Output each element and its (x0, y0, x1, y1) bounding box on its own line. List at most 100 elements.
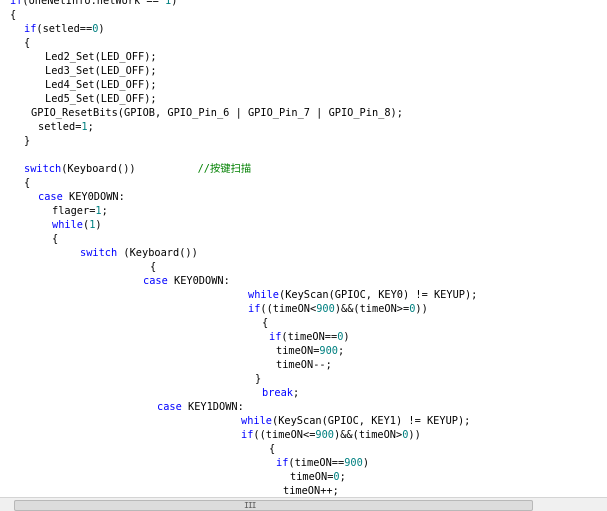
keyword-token: while (241, 415, 272, 427)
code-line: { (24, 176, 30, 190)
keyword-token: if (24, 23, 37, 35)
code-token: timeON++; (283, 485, 339, 497)
code-token: ) (343, 331, 350, 343)
code-token: (Keyboard()) (117, 247, 198, 259)
code-line: if(setled==0) (24, 22, 105, 36)
code-line: while(KeyScan(GPIOC, KEY1) != KEYUP); (241, 414, 470, 428)
code-line: flager=1; (52, 204, 108, 218)
grip-lines-icon: III (244, 501, 256, 510)
code-token: ; (101, 205, 108, 217)
code-line: if((timeON<=900)&&(timeON>0)) (241, 428, 421, 442)
keyword-token: if (241, 429, 254, 441)
code-token: { (24, 37, 31, 49)
code-line: timeON++; (283, 484, 339, 497)
code-token: { (10, 9, 17, 21)
code-line: while(KeyScan(GPIOC, KEY0) != KEYUP); (248, 288, 477, 302)
code-token: } (24, 135, 31, 147)
code-line: while(1) (52, 218, 102, 232)
code-token: )) (415, 303, 428, 315)
code-token: (timeON== (288, 457, 345, 469)
code-token: ) (362, 457, 370, 469)
keyword-token: if (276, 457, 289, 469)
code-token: KEY1DOWN: (181, 401, 244, 413)
keyword-token: while (52, 219, 83, 231)
code-line: GPIO_ResetBits(GPIOB, GPIO_Pin_6 | GPIO_… (31, 106, 403, 120)
keyword-token: if (248, 303, 261, 315)
code-line: timeON=0; (290, 470, 346, 484)
keyword-token: case (143, 275, 168, 287)
code-token: (oneNetInfo.netWork == (22, 0, 165, 7)
keyword-token: if (10, 0, 23, 7)
code-line: switch (Keyboard()) (80, 246, 198, 260)
code-token: KEY0DOWN: (62, 191, 125, 203)
code-line: Led2_Set(LED_OFF); (45, 50, 157, 64)
number-token: 900 (319, 345, 339, 357)
code-line: } (255, 372, 261, 386)
keyword-token: if (269, 331, 282, 343)
code-line: case KEY0DOWN: (143, 274, 230, 288)
code-token: Led2_Set(LED_OFF); (45, 51, 157, 63)
code-line: timeON=900; (276, 344, 344, 358)
code-line: Led4_Set(LED_OFF); (45, 78, 157, 92)
code-token: ; (87, 121, 94, 133)
horizontal-scrollbar[interactable]: III (0, 497, 607, 511)
code-line: Led5_Set(LED_OFF); (45, 92, 157, 106)
code-token: ; (293, 387, 300, 399)
code-token: ; (338, 345, 345, 357)
comment-token: //按键扫描 (197, 163, 252, 175)
code-token: )&&(timeON> (334, 429, 403, 441)
keyword-token: switch (80, 247, 118, 259)
keyword-token: break (262, 387, 293, 399)
code-line: { (52, 232, 58, 246)
keyword-token: case (38, 191, 63, 203)
code-editor[interactable]: if(oneNetInfo.netWork == 1){if(setled==0… (0, 0, 607, 497)
code-token: ) (98, 23, 105, 35)
code-token: { (269, 443, 276, 455)
code-line: { (262, 316, 268, 330)
code-token: { (52, 233, 59, 245)
keyword-token: switch (24, 163, 62, 175)
code-token: { (150, 261, 157, 273)
code-line: case KEY0DOWN: (38, 190, 125, 204)
code-line: } (24, 134, 30, 148)
code-line: switch(Keyboard()) //按键扫描 (24, 162, 251, 176)
code-token: } (255, 373, 262, 385)
code-line: { (10, 8, 16, 22)
code-token: ((timeON<= (253, 429, 316, 441)
code-token: flager= (52, 205, 96, 217)
code-token: ((timeON< (260, 303, 317, 315)
code-line: if(timeON==0) (269, 330, 350, 344)
code-token: Led4_Set(LED_OFF); (45, 79, 157, 91)
code-line: timeON--; (276, 358, 332, 372)
code-token: Led3_Set(LED_OFF); (45, 65, 157, 77)
code-token: { (262, 317, 269, 329)
code-line: { (150, 260, 156, 274)
code-line: if(oneNetInfo.netWork == 1) (10, 0, 177, 8)
code-token: ; (339, 471, 346, 483)
code-token: (KeyScan(GPIOC, KEY0) != KEYUP); (279, 289, 478, 301)
number-token: 900 (344, 457, 363, 469)
number-token: 900 (316, 303, 335, 315)
code-token: (timeON== (281, 331, 338, 343)
code-line: Led3_Set(LED_OFF); (45, 64, 157, 78)
code-token: timeON--; (276, 359, 332, 371)
keyword-token: case (157, 401, 182, 413)
code-token: GPIO_ResetBits(GPIOB, GPIO_Pin_6 | GPIO_… (31, 107, 403, 119)
code-line: setled=1; (38, 120, 94, 134)
code-token: KEY0DOWN: (167, 275, 230, 287)
keyword-token: while (248, 289, 279, 301)
code-token: setled= (38, 121, 82, 133)
code-token: (KeyScan(GPIOC, KEY1) != KEYUP); (272, 415, 471, 427)
code-line: break; (262, 386, 299, 400)
code-token: Led5_Set(LED_OFF); (45, 93, 157, 105)
code-token: (setled== (36, 23, 93, 35)
code-line: case KEY1DOWN: (157, 400, 244, 414)
code-token: ) (95, 219, 102, 231)
code-token: ) (171, 0, 178, 7)
code-line: { (24, 36, 30, 50)
code-line: { (269, 442, 275, 456)
code-token: timeON= (276, 345, 320, 357)
code-line: if(timeON==900) (276, 456, 369, 470)
scrollbar-thumb[interactable]: III (14, 500, 533, 511)
code-token: { (24, 177, 31, 189)
